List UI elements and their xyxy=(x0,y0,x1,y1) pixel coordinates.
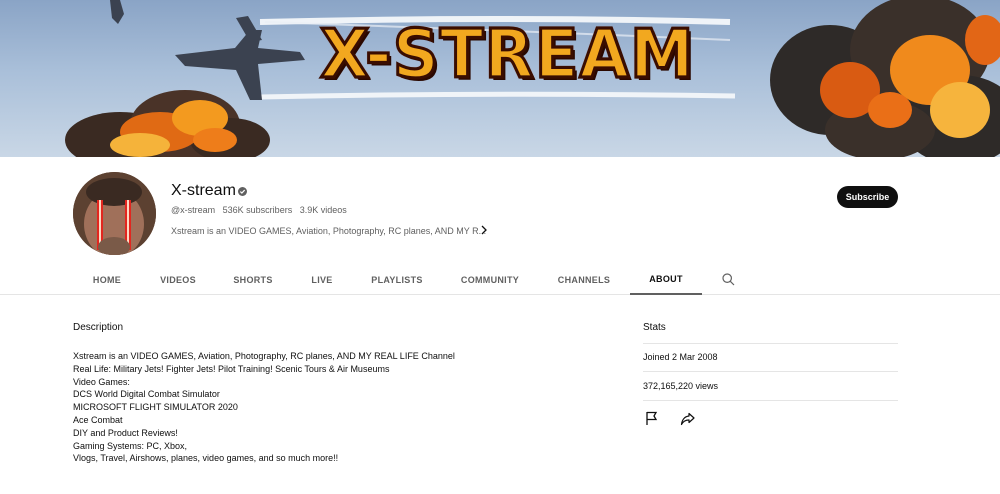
tab-about[interactable]: ABOUT xyxy=(630,264,702,295)
channel-handle: @x-stream xyxy=(171,205,216,215)
description-body: Xstream is an VIDEO GAMES, Aviation, Pho… xyxy=(73,350,455,465)
stats-divider xyxy=(643,400,898,401)
chevron-right-icon[interactable] xyxy=(480,225,488,235)
description-line: Video Games: xyxy=(73,376,130,387)
stats-divider xyxy=(643,343,898,344)
tab-playlists[interactable]: PLAYLISTS xyxy=(362,264,432,295)
tab-shorts[interactable]: SHORTS xyxy=(226,264,280,295)
avatar-image xyxy=(73,172,156,255)
tab-channels[interactable]: CHANNELS xyxy=(550,264,618,295)
view-count: 372,165,220 views xyxy=(643,381,719,391)
verified-check-icon xyxy=(238,187,247,196)
channel-banner: X-STREAM xyxy=(0,0,1000,157)
description-line: Vlogs, Travel, Airshows, planes, video g… xyxy=(73,453,339,464)
channel-name: X-stream xyxy=(171,182,236,199)
joined-date: Joined 2 Mar 2008 xyxy=(643,352,718,362)
video-count: 3.9K videos xyxy=(299,205,347,215)
description-line: DCS World Digital Combat Simulator xyxy=(73,389,220,400)
description-line: Real Life: Military Jets! Fighter Jets! … xyxy=(73,363,390,374)
description-line: MICROSOFT FLIGHT SIMULATOR 2020 xyxy=(73,402,238,413)
avatar[interactable] xyxy=(73,172,156,255)
description-title: Description xyxy=(73,322,124,333)
channel-tabs: HOME VIDEOS SHORTS LIVE PLAYLISTS COMMUN… xyxy=(0,264,1000,295)
tab-community[interactable]: COMMUNITY xyxy=(452,264,528,295)
description-line: Gaming Systems: PC, Xbox, xyxy=(73,440,188,451)
tab-home[interactable]: HOME xyxy=(84,264,130,295)
channel-description-preview[interactable]: Xstream is an VIDEO GAMES, Aviation, Pho… xyxy=(171,226,486,236)
share-icon[interactable] xyxy=(680,412,695,426)
subscriber-count: 536K subscribers xyxy=(222,205,293,215)
flag-icon[interactable] xyxy=(645,411,659,426)
description-line: Ace Combat xyxy=(73,414,123,425)
search-icon[interactable] xyxy=(722,273,735,286)
tab-live[interactable]: LIVE xyxy=(302,264,342,295)
description-line: Xstream is an VIDEO GAMES, Aviation, Pho… xyxy=(73,351,455,361)
tab-videos[interactable]: VIDEOS xyxy=(150,264,206,295)
subscribe-button[interactable]: Subscribe xyxy=(837,186,898,208)
stats-divider xyxy=(643,371,898,372)
stats-title: Stats xyxy=(643,322,666,333)
channel-meta: @x-stream 536K subscribers 3.9K videos xyxy=(171,205,352,215)
description-line: DIY and Product Reviews! xyxy=(73,427,178,438)
banner-title: X-STREAM xyxy=(319,15,696,96)
